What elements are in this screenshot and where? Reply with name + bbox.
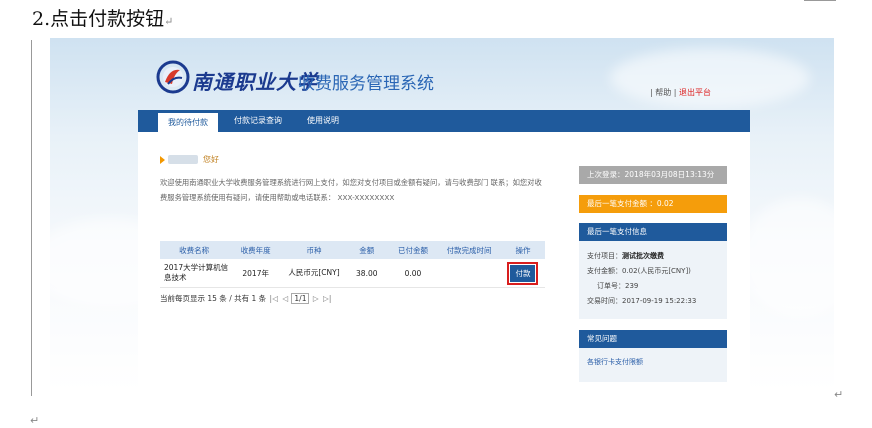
school-logo-icon [156, 60, 190, 94]
system-title: 收费服务管理系统 [298, 74, 434, 94]
info-time: 交易时间：2017-09-19 15:22:33 [587, 297, 697, 305]
main-nav: 我的待付款 付款记录查询 使用说明 [138, 110, 750, 132]
column-header: 收费年度 [228, 241, 284, 259]
blurred-username [168, 155, 198, 164]
fee-paid: 0.00 [388, 259, 438, 288]
column-header: 付款完成时间 [437, 241, 501, 259]
greeting: 您好 [203, 155, 219, 164]
last-login-bar: 上次登录：2018年03月08日13:13分 [579, 166, 727, 184]
pending-payments-table: 收费名称 收费年度 币种 金额 已付金额 付款完成时间 操作 2017大学计算机… [160, 241, 545, 288]
paragraph-mark: ↵ [834, 388, 844, 401]
paragraph-mark: ↵ [30, 414, 40, 427]
help-link[interactable]: 帮助 [655, 88, 671, 97]
tab-pending-payments[interactable]: 我的待付款 [158, 113, 218, 132]
tab-payment-records[interactable]: 付款记录查询 [228, 110, 288, 132]
last-page-icon[interactable]: ▷| [323, 294, 331, 303]
pay-button[interactable]: 付款 [507, 261, 539, 285]
faq-panel: 各银行卡支付限额 [579, 348, 727, 382]
column-header: 币种 [283, 241, 345, 259]
fee-name: 2017大学计算机信息技术 [160, 259, 229, 288]
last-payment-info-panel: 支付项目：测试批次缴费 支付金额：0.02(人民币元[CNY]) 订单号：239… [579, 241, 727, 319]
top-links: | 帮助 | 退出平台 [650, 88, 712, 97]
info-amount: 支付金额：0.02(人民币元[CNY]) [587, 267, 691, 275]
table-header-row: 收费名称 收费年度 币种 金额 已付金额 付款完成时间 操作 [160, 241, 545, 259]
info-item: 支付项目：测试批次缴费 [587, 252, 664, 260]
background-cloud [610, 48, 810, 108]
first-page-icon[interactable]: |◁ [270, 294, 278, 303]
background-cloud [740, 198, 834, 318]
faq-link[interactable]: 各银行卡支付限额 [587, 357, 643, 367]
page-input[interactable]: 1/1 [291, 293, 310, 304]
last-payment-info-title: 最后一笔支付信息 [579, 223, 727, 241]
fee-amount: 38.00 [344, 259, 389, 288]
embedded-screenshot: 南通职业大学 收费服务管理系统 | 帮助 | 退出平台 我的待付款 付款记录查询… [50, 38, 834, 392]
prev-page-icon[interactable]: ◁ [282, 294, 288, 303]
action-cell: 付款 [500, 259, 545, 288]
fee-currency: 人民币元[CNY] [283, 259, 345, 288]
fee-completed-time [437, 259, 501, 288]
exit-link[interactable]: 退出平台 [679, 88, 711, 97]
header-rule [804, 0, 836, 1]
tab-instructions[interactable]: 使用说明 [298, 110, 348, 132]
doc-heading: 2.点击付款按钮↵ [32, 8, 174, 30]
arrow-icon [160, 156, 165, 164]
pager-summary: 当前每页显示 15 条 / 共有 1 条 [160, 294, 267, 303]
pager: 当前每页显示 15 条 / 共有 1 条 |◁ ◁ 1/1 ▷ ▷| [160, 293, 332, 304]
column-header: 操作 [500, 241, 545, 259]
last-payment-bar: 最后一笔支付金额 ：0.02 [579, 195, 727, 213]
column-header: 收费名称 [160, 241, 229, 259]
paragraph-mark: ↵ [164, 15, 174, 28]
fee-year: 2017年 [228, 259, 284, 288]
column-header: 金额 [344, 241, 389, 259]
info-order: 订单号：239 [597, 282, 639, 290]
welcome-text: 欢迎使用南通职业大学收费服务管理系统进行网上支付，如您对支付项目或金额有疑问，请… [160, 178, 542, 202]
margin-guide [31, 40, 32, 396]
faq-title: 常见问题 [579, 330, 727, 348]
column-header: 已付金额 [388, 241, 438, 259]
table-row: 2017大学计算机信息技术 2017年 人民币元[CNY] 38.00 0.00… [160, 259, 545, 288]
next-page-icon[interactable]: ▷ [313, 294, 319, 303]
